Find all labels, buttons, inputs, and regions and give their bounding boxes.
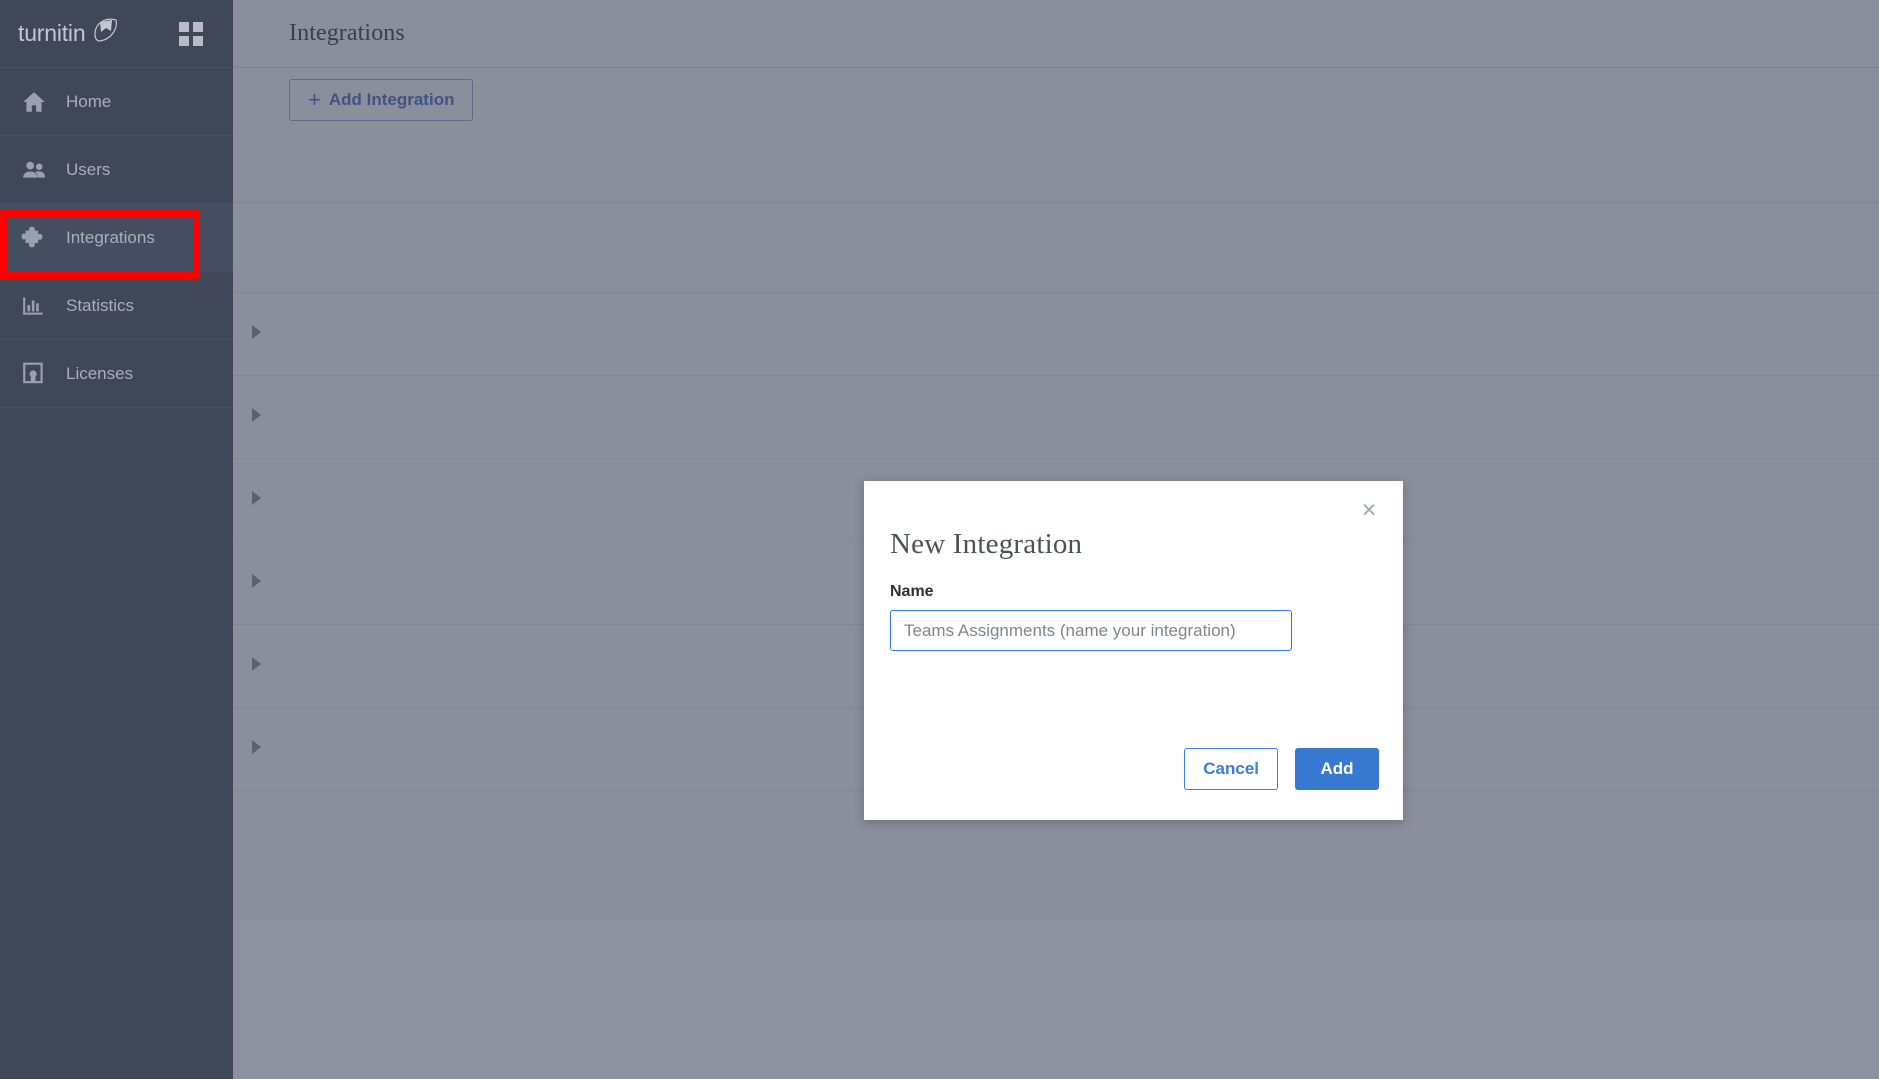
sidebar-item-label: Home	[66, 91, 112, 111]
modal-actions: Cancel Add	[1184, 748, 1379, 790]
caret-right-icon[interactable]	[252, 657, 261, 671]
name-field-label: Name	[890, 583, 934, 600]
toolbar: + Add Integration	[233, 68, 1879, 132]
list-subheader-row	[233, 203, 1879, 293]
sidebar-item-label: Users	[66, 159, 111, 179]
list-item[interactable]	[233, 293, 1879, 376]
sidebar-brand: turnitin	[0, 0, 233, 68]
new-integration-modal: × New Integration Name Cancel Add	[864, 481, 1403, 820]
plus-icon: +	[308, 87, 321, 112]
sidebar-item-label: Statistics	[66, 295, 135, 315]
users-icon	[10, 157, 58, 183]
sidebar-item-licenses[interactable]: Licenses	[0, 340, 233, 408]
list-header-row	[233, 132, 1879, 203]
add-integration-button[interactable]: + Add Integration	[289, 79, 474, 121]
add-button[interactable]: Add	[1295, 748, 1379, 790]
turnitin-wordmark: turnitin	[18, 20, 86, 46]
modal-title: New Integration	[890, 528, 1083, 560]
sidebar-item-integrations[interactable]: Integrations	[0, 204, 233, 272]
page-header: Integrations	[233, 0, 1879, 68]
home-icon	[10, 89, 58, 115]
sidebar: turnitin Home Users Integrations Statist…	[0, 0, 233, 1079]
sidebar-item-statistics[interactable]: Statistics	[0, 272, 233, 340]
page-footer-band	[233, 921, 1879, 1079]
bar-chart-icon	[10, 293, 58, 319]
caret-right-icon[interactable]	[252, 740, 261, 754]
caret-right-icon[interactable]	[252, 491, 261, 505]
caret-right-icon[interactable]	[252, 325, 261, 339]
app-root: turnitin Home Users Integrations Statist…	[0, 0, 1879, 1079]
page-title: Integrations	[289, 20, 405, 46]
list-item[interactable]	[233, 376, 1879, 459]
puzzle-icon	[10, 224, 58, 252]
grid-icon[interactable]	[179, 22, 203, 46]
integration-name-input[interactable]	[890, 610, 1292, 651]
sidebar-item-label: Licenses	[66, 363, 134, 383]
caret-right-icon[interactable]	[252, 574, 261, 588]
add-integration-label: Add Integration	[328, 90, 455, 109]
caret-right-icon[interactable]	[252, 408, 261, 422]
turnitin-swoosh-logo-icon	[86, 14, 120, 53]
close-icon[interactable]: ×	[1352, 493, 1386, 527]
cancel-button[interactable]: Cancel	[1184, 748, 1278, 790]
certificate-icon	[10, 361, 58, 387]
sidebar-item-users[interactable]: Users	[0, 136, 233, 204]
sidebar-item-label: Integrations	[66, 227, 155, 247]
sidebar-item-home[interactable]: Home	[0, 68, 233, 136]
